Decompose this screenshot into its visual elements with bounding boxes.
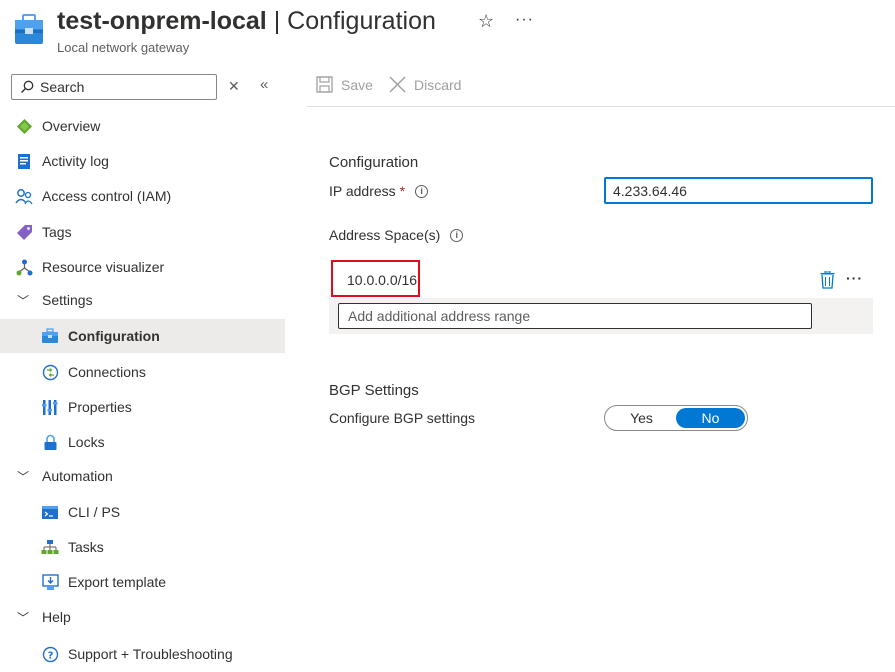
bgp-section-title: BGP Settings bbox=[329, 382, 419, 399]
sidebar-item-configuration[interactable]: Configuration bbox=[0, 319, 285, 353]
svg-text:?: ? bbox=[47, 650, 53, 661]
address-space-label-text: Address Space(s) bbox=[329, 227, 441, 243]
discard-button[interactable]: Discard bbox=[389, 76, 461, 93]
iam-icon bbox=[15, 187, 33, 205]
sidebar-item-overview[interactable]: Overview bbox=[0, 109, 285, 143]
add-address-range-input[interactable] bbox=[338, 303, 812, 329]
activity-log-icon bbox=[15, 152, 33, 170]
title-separator: | bbox=[273, 7, 281, 35]
sidebar-item-connections[interactable]: Connections bbox=[0, 355, 285, 389]
sidebar-item-label: Tasks bbox=[68, 539, 104, 555]
sidebar-item-support-troubleshooting[interactable]: ? Support + Troubleshooting bbox=[0, 637, 285, 671]
ip-address-input[interactable] bbox=[604, 177, 873, 204]
resource-type-subtitle: Local network gateway bbox=[57, 40, 190, 55]
sidebar-item-label: Configuration bbox=[68, 328, 160, 344]
sidebar-group-automation[interactable]: ﹀ Automation bbox=[0, 459, 285, 493]
sidebar-item-label: Properties bbox=[68, 399, 132, 415]
cli-icon bbox=[41, 503, 59, 521]
more-options-icon[interactable]: ··· bbox=[515, 11, 534, 29]
sidebar-item-locks[interactable]: Locks bbox=[0, 425, 285, 459]
sidebar-item-label: Locks bbox=[68, 434, 105, 450]
sidebar-item-tags[interactable]: Tags bbox=[0, 215, 285, 249]
row-more-options-icon[interactable]: ··· bbox=[846, 270, 863, 286]
search-input[interactable] bbox=[40, 79, 200, 95]
chevron-down-icon: ﹀ bbox=[17, 293, 30, 308]
discard-label: Discard bbox=[414, 76, 462, 93]
configuration-icon bbox=[41, 327, 59, 345]
sidebar-item-label: Access control (IAM) bbox=[42, 188, 172, 204]
ip-address-label: IP address * i bbox=[329, 183, 429, 199]
bgp-yes-option[interactable]: Yes bbox=[607, 408, 676, 428]
sidebar-group-help[interactable]: ﹀ Help bbox=[0, 600, 285, 634]
sidebar-item-export-template[interactable]: Export template bbox=[0, 565, 285, 599]
sidebar-item-label: CLI / PS bbox=[68, 504, 121, 520]
collapse-sidebar-icon[interactable]: « bbox=[260, 76, 268, 93]
address-range-value: 10.0.0.0/16 bbox=[347, 272, 418, 288]
save-icon bbox=[316, 76, 333, 93]
required-mark: * bbox=[399, 183, 406, 199]
address-space-label: Address Space(s) i bbox=[329, 227, 464, 243]
sidebar-group-label: Automation bbox=[42, 468, 113, 484]
sidebar-item-label: Resource visualizer bbox=[42, 259, 165, 275]
page-name: Configuration bbox=[287, 7, 436, 35]
sidebar-search-box[interactable] bbox=[11, 74, 217, 100]
chevron-down-icon: ﹀ bbox=[17, 469, 30, 484]
save-button[interactable]: Save bbox=[316, 76, 373, 93]
ip-address-label-text: IP address bbox=[329, 183, 396, 199]
save-label: Save bbox=[341, 76, 373, 93]
sidebar-item-label: Support + Troubleshooting bbox=[68, 646, 233, 662]
connections-icon bbox=[41, 363, 59, 381]
export-template-icon bbox=[41, 573, 59, 591]
sidebar-item-label: Tags bbox=[42, 224, 72, 240]
support-icon: ? bbox=[41, 645, 59, 663]
delete-icon[interactable] bbox=[820, 270, 835, 292]
favorite-star-icon[interactable]: ☆ bbox=[478, 11, 494, 32]
info-icon[interactable]: i bbox=[415, 184, 429, 198]
bgp-toggle[interactable]: Yes No bbox=[604, 405, 748, 431]
chevron-down-icon: ﹀ bbox=[17, 610, 30, 625]
sidebar-item-label: Export template bbox=[68, 574, 167, 590]
bgp-no-option[interactable]: No bbox=[676, 408, 745, 428]
configure-bgp-label-text: Configure BGP settings bbox=[329, 410, 476, 426]
properties-icon bbox=[41, 398, 59, 416]
info-icon[interactable]: i bbox=[450, 228, 464, 242]
sidebar-group-label: Settings bbox=[42, 292, 93, 308]
tasks-icon bbox=[41, 538, 59, 556]
configuration-section-title: Configuration bbox=[329, 154, 419, 171]
configure-bgp-label: Configure BGP settings bbox=[329, 410, 475, 426]
sidebar-item-tasks[interactable]: Tasks bbox=[0, 530, 285, 564]
sidebar-item-activity-log[interactable]: Activity log bbox=[0, 144, 285, 178]
local-network-gateway-icon bbox=[14, 14, 44, 46]
resource-visualizer-icon bbox=[15, 258, 33, 276]
sidebar-item-access-control[interactable]: Access control (IAM) bbox=[0, 179, 285, 213]
sidebar-group-settings[interactable]: ﹀ Settings bbox=[0, 283, 285, 317]
tag-icon bbox=[15, 223, 33, 241]
sidebar-item-label: Overview bbox=[42, 118, 101, 134]
toolbar-divider bbox=[307, 106, 895, 107]
sidebar-item-label: Connections bbox=[68, 364, 146, 380]
page-title: test-onprem-local | Configuration bbox=[57, 5, 436, 37]
search-icon bbox=[21, 80, 34, 93]
clear-search-icon[interactable]: ✕ bbox=[228, 78, 240, 95]
resource-name: test-onprem-local bbox=[57, 7, 267, 35]
sidebar-item-label: Activity log bbox=[42, 153, 109, 169]
sidebar-item-cli-ps[interactable]: CLI / PS bbox=[0, 495, 285, 529]
sidebar-group-label: Help bbox=[42, 609, 71, 625]
discard-icon bbox=[389, 76, 406, 93]
sidebar-item-resource-visualizer[interactable]: Resource visualizer bbox=[0, 250, 285, 284]
overview-icon bbox=[15, 117, 33, 135]
lock-icon bbox=[41, 433, 59, 451]
sidebar-item-properties[interactable]: Properties bbox=[0, 390, 285, 424]
